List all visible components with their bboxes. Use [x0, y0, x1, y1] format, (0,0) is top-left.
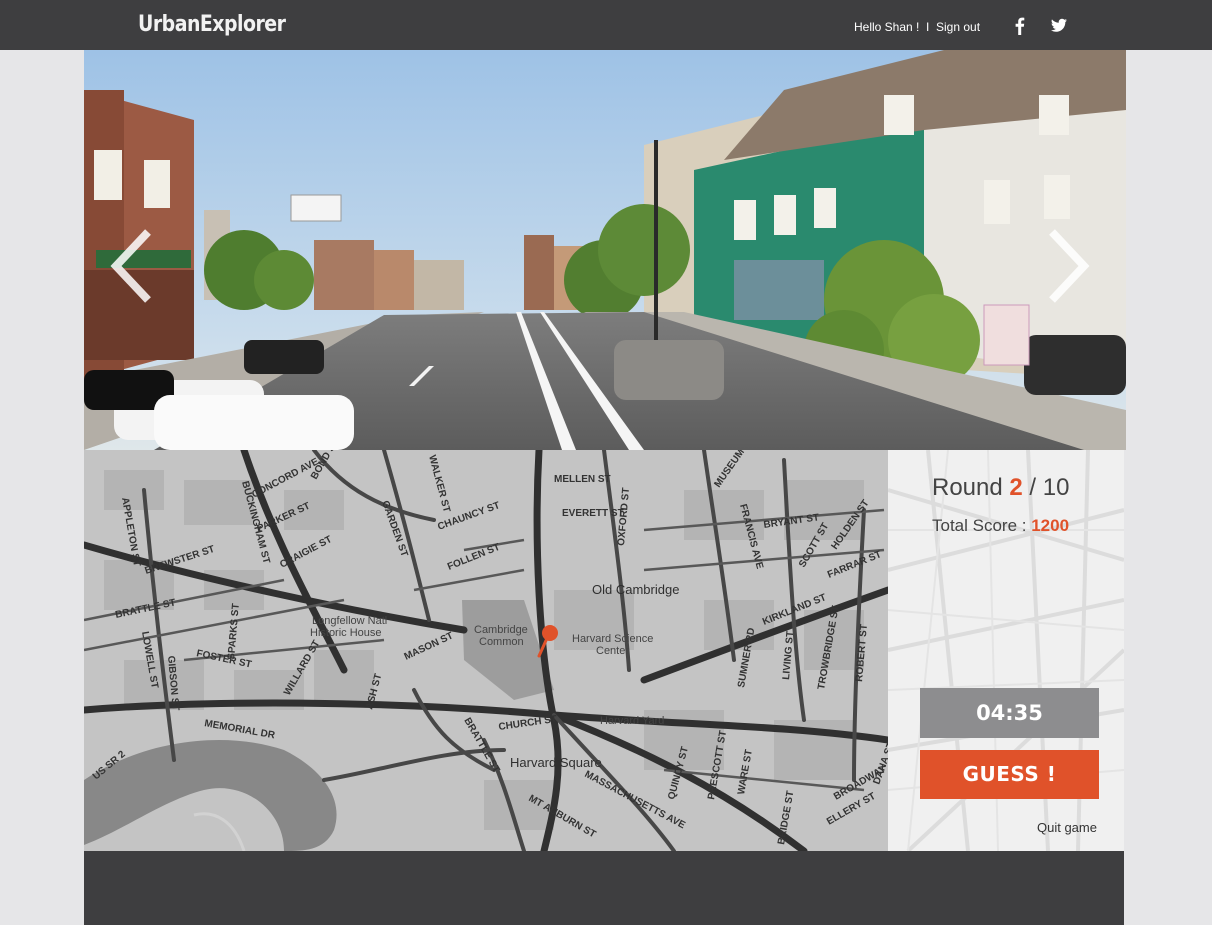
- map-label-science-center-1: Harvard Science: [572, 633, 653, 645]
- score-label: Total Score :: [932, 516, 1032, 535]
- round-indicator: Round 2 / 10: [932, 474, 1069, 502]
- map-label-harvard-square: Harvard Square: [510, 755, 602, 770]
- score-value: 1200: [1031, 516, 1070, 535]
- round-total: 10: [1042, 474, 1070, 501]
- twitter-icon[interactable]: [1048, 15, 1070, 37]
- map-label-mellen-st: MELLEN ST: [554, 474, 611, 485]
- header-separator: I: [926, 20, 930, 34]
- round-current: 2: [1009, 474, 1023, 501]
- map-label-cambridge-common-1: Cambridge: [474, 624, 528, 636]
- countdown-timer: 04:35: [920, 688, 1099, 738]
- map-label-science-center-2: Center: [596, 645, 629, 657]
- map-label-everett-st: EVERETT ST: [562, 508, 624, 519]
- round-separator: /: [1022, 474, 1043, 501]
- street-view-panorama[interactable]: [84, 50, 1126, 450]
- app-logo[interactable]: UrbanExplorer: [138, 12, 286, 37]
- footer: [84, 851, 1124, 925]
- round-label: Round: [932, 474, 1003, 501]
- map-label-cambridge-common-2: Common: [479, 636, 524, 648]
- map-label-longfellow-1: Longfellow Natl: [312, 615, 387, 627]
- map-label-harvard-yard: Harvard Yard: [600, 715, 664, 727]
- quit-game-link[interactable]: Quit game: [1037, 820, 1097, 835]
- top-bar: UrbanExplorer Hello Shan ! I Sign out: [0, 0, 1212, 50]
- guess-button[interactable]: GUESS !: [920, 750, 1099, 799]
- map-pin-icon[interactable]: [536, 624, 560, 658]
- game-status-panel: Round 2 / 10 Total Score : 1200 04:35 GU…: [888, 450, 1124, 851]
- map-label-longfellow-2: Historic House: [310, 627, 382, 639]
- map-label-old-cambridge: Old Cambridge: [592, 582, 679, 597]
- user-greeting: Hello Shan !: [854, 20, 920, 34]
- next-arrow-icon[interactable]: [1046, 228, 1092, 304]
- guess-map[interactable]: CONCORD AVE BOND ST WALKER ST MELLEN ST …: [84, 450, 888, 851]
- sign-out-link[interactable]: Sign out: [936, 20, 980, 34]
- facebook-icon[interactable]: [1009, 15, 1031, 37]
- total-score: Total Score : 1200: [932, 516, 1069, 536]
- previous-arrow-icon[interactable]: [108, 228, 154, 304]
